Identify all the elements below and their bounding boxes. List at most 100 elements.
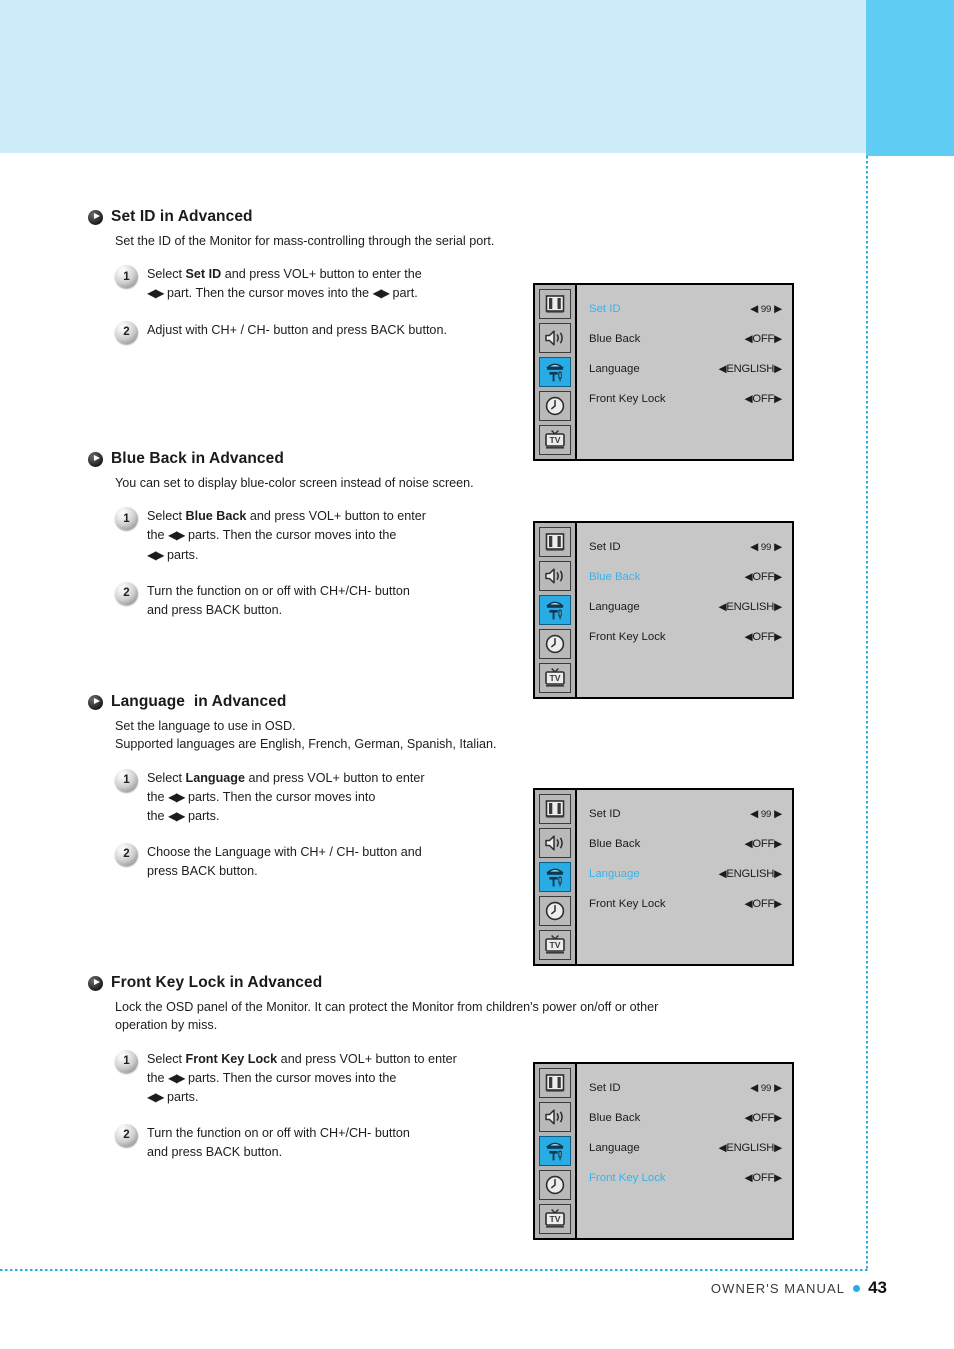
osd-row-value[interactable]: ◀OFF▶: [744, 838, 782, 850]
osd-tab-picture[interactable]: [539, 527, 571, 557]
osd-tab-clock[interactable]: [539, 391, 571, 421]
osd-tab-tv[interactable]: TV: [539, 425, 571, 455]
osd-tab-sound[interactable]: [539, 828, 571, 858]
osd-tab-sound[interactable]: [539, 323, 571, 353]
section-description: You can set to display blue-color screen…: [115, 476, 474, 490]
osd-row-value[interactable]: ◀ENGLISH▶: [719, 363, 783, 375]
osd-row[interactable]: Front Key Lock ◀OFF▶: [589, 1163, 782, 1193]
osd-row[interactable]: Language ◀ENGLISH▶: [589, 592, 782, 622]
svg-text:TV: TV: [550, 1214, 561, 1224]
picture-icon: [544, 532, 566, 552]
setup-tools-icon: [543, 1139, 567, 1163]
osd-row[interactable]: Front Key Lock ◀OFF▶: [589, 622, 782, 652]
osd-row[interactable]: Blue Back ◀OFF▶: [589, 829, 782, 859]
play-bullet-icon: [88, 451, 103, 467]
page-content: Set ID in Advanced Set the ID of the Moni…: [0, 0, 954, 1349]
osd-row-label: Blue Back: [589, 571, 641, 583]
left-right-arrows-icon: ◀▶: [168, 1070, 185, 1085]
osd-tab-clock[interactable]: [539, 896, 571, 926]
step-number-badge: 1: [115, 265, 138, 289]
left-right-arrows-icon: ◀▶: [168, 808, 185, 823]
osd-row-value[interactable]: ◀OFF▶: [744, 571, 782, 583]
osd-row-value[interactable]: ◀ 99 ▶: [750, 303, 782, 315]
osd-row-value[interactable]: ◀ 99 ▶: [750, 808, 782, 820]
osd-row-value[interactable]: ◀OFF▶: [744, 1172, 782, 1184]
osd-row[interactable]: Blue Back ◀OFF▶: [589, 1103, 782, 1133]
osd-row[interactable]: Blue Back ◀OFF▶: [589, 562, 782, 592]
osd-menu-list: Set ID ◀ 99 ▶ Blue Back ◀OFF▶ Language ◀ENGLI…: [577, 285, 792, 459]
osd-tab-setup-tools[interactable]: [539, 862, 571, 892]
step-number-badge: 2: [115, 1123, 138, 1147]
osd-row[interactable]: Front Key Lock ◀OFF▶: [589, 889, 782, 919]
osd-tab-clock[interactable]: [539, 629, 571, 659]
osd-row-label: Set ID: [589, 808, 621, 820]
left-right-arrows-icon: ◀▶: [372, 286, 390, 301]
step-text: Turn the function on or off with CH+/CH-…: [147, 1125, 410, 1160]
osd-row-value[interactable]: ◀ 99 ▶: [750, 541, 782, 553]
osd-tab-sound[interactable]: [539, 1102, 571, 1132]
osd-empty-space: [589, 652, 782, 678]
step-number-badge: 2: [115, 842, 138, 866]
osd-row-value[interactable]: ◀ENGLISH▶: [719, 601, 783, 613]
osd-row[interactable]: Blue Back ◀OFF▶: [589, 324, 782, 354]
step-text: Select Set ID and press VOL+ button to e…: [147, 267, 422, 301]
osd-row[interactable]: Front Key Lock ◀OFF▶: [589, 384, 782, 414]
osd-tab-tv[interactable]: TV: [539, 663, 571, 693]
osd-row-value[interactable]: ◀ENGLISH▶: [719, 868, 783, 880]
sound-icon: [543, 1107, 567, 1127]
setup-tools-icon: [543, 360, 567, 384]
step-number-badge: 2: [115, 581, 138, 605]
osd-row-value[interactable]: ◀ENGLISH▶: [719, 1142, 783, 1154]
osd-menu-list: Set ID ◀ 99 ▶ Blue Back ◀OFF▶ Language ◀ENGLI…: [577, 1064, 792, 1238]
osd-menu-panel[interactable]: TV Set ID ◀ 99 ▶ Blue Back ◀OFF▶ Language ◀ENG…: [533, 788, 794, 966]
osd-row-value[interactable]: ◀OFF▶: [744, 631, 782, 643]
osd-menu-panel[interactable]: TV Set ID ◀ 99 ▶ Blue Back ◀OFF▶ Language ◀ENG…: [533, 283, 794, 461]
step-number-badge: 1: [115, 1049, 138, 1073]
osd-tab-rail: TV: [535, 1064, 577, 1238]
tv-icon: TV: [543, 429, 567, 451]
section-title: Language in Advanced: [111, 693, 287, 710]
osd-tab-picture[interactable]: [539, 289, 571, 319]
section-title: Set ID in Advanced: [111, 208, 253, 225]
osd-row[interactable]: Language ◀ENGLISH▶: [589, 859, 782, 889]
svg-text:TV: TV: [550, 940, 561, 950]
osd-tab-clock[interactable]: [539, 1170, 571, 1200]
osd-row-value[interactable]: ◀OFF▶: [744, 393, 782, 405]
left-right-arrows-icon: ◀▶: [168, 789, 185, 804]
osd-row[interactable]: Set ID ◀ 99 ▶: [589, 799, 782, 829]
osd-row-value[interactable]: ◀OFF▶: [744, 1112, 782, 1124]
osd-tab-sound[interactable]: [539, 561, 571, 591]
osd-row[interactable]: Language ◀ENGLISH▶: [589, 354, 782, 384]
osd-tab-setup-tools[interactable]: [539, 357, 571, 387]
osd-row-label: Language: [589, 363, 640, 375]
clock-icon: [544, 633, 566, 655]
osd-tab-setup-tools[interactable]: [539, 1136, 571, 1166]
osd-row[interactable]: Set ID ◀ 99 ▶: [589, 532, 782, 562]
step-text: Select Front Key Lock and press VOL+ but…: [147, 1051, 457, 1104]
osd-row-label: Set ID: [589, 541, 621, 553]
osd-menu-list: Set ID ◀ 99 ▶ Blue Back ◀OFF▶ Language ◀ENGLI…: [577, 523, 792, 697]
osd-tab-picture[interactable]: [539, 794, 571, 824]
svg-text:TV: TV: [550, 435, 561, 445]
play-bullet-icon: [88, 975, 103, 991]
step-number-badge: 2: [115, 320, 138, 344]
osd-row-value[interactable]: ◀ 99 ▶: [750, 1082, 782, 1094]
osd-row-value[interactable]: ◀OFF▶: [744, 898, 782, 910]
osd-row[interactable]: Set ID ◀ 99 ▶: [589, 294, 782, 324]
osd-row[interactable]: Set ID ◀ 99 ▶: [589, 1073, 782, 1103]
osd-row-label: Language: [589, 601, 640, 613]
osd-tab-setup-tools[interactable]: [539, 595, 571, 625]
osd-row-value[interactable]: ◀OFF▶: [744, 333, 782, 345]
sound-icon: [543, 328, 567, 348]
osd-tab-tv[interactable]: TV: [539, 930, 571, 960]
osd-menu-panel[interactable]: TV Set ID ◀ 99 ▶ Blue Back ◀OFF▶ Language ◀ENG…: [533, 521, 794, 699]
osd-tab-tv[interactable]: TV: [539, 1204, 571, 1234]
osd-row-label: Set ID: [589, 1082, 621, 1094]
osd-tab-picture[interactable]: [539, 1068, 571, 1098]
picture-icon: [544, 1073, 566, 1093]
osd-menu-panel[interactable]: TV Set ID ◀ 99 ▶ Blue Back ◀OFF▶ Language ◀ENG…: [533, 1062, 794, 1240]
step-number-badge: 1: [115, 507, 138, 531]
osd-row[interactable]: Language ◀ENGLISH▶: [589, 1133, 782, 1163]
footer-bullet-icon: [853, 1284, 861, 1292]
setup-tools-icon: [543, 598, 567, 622]
